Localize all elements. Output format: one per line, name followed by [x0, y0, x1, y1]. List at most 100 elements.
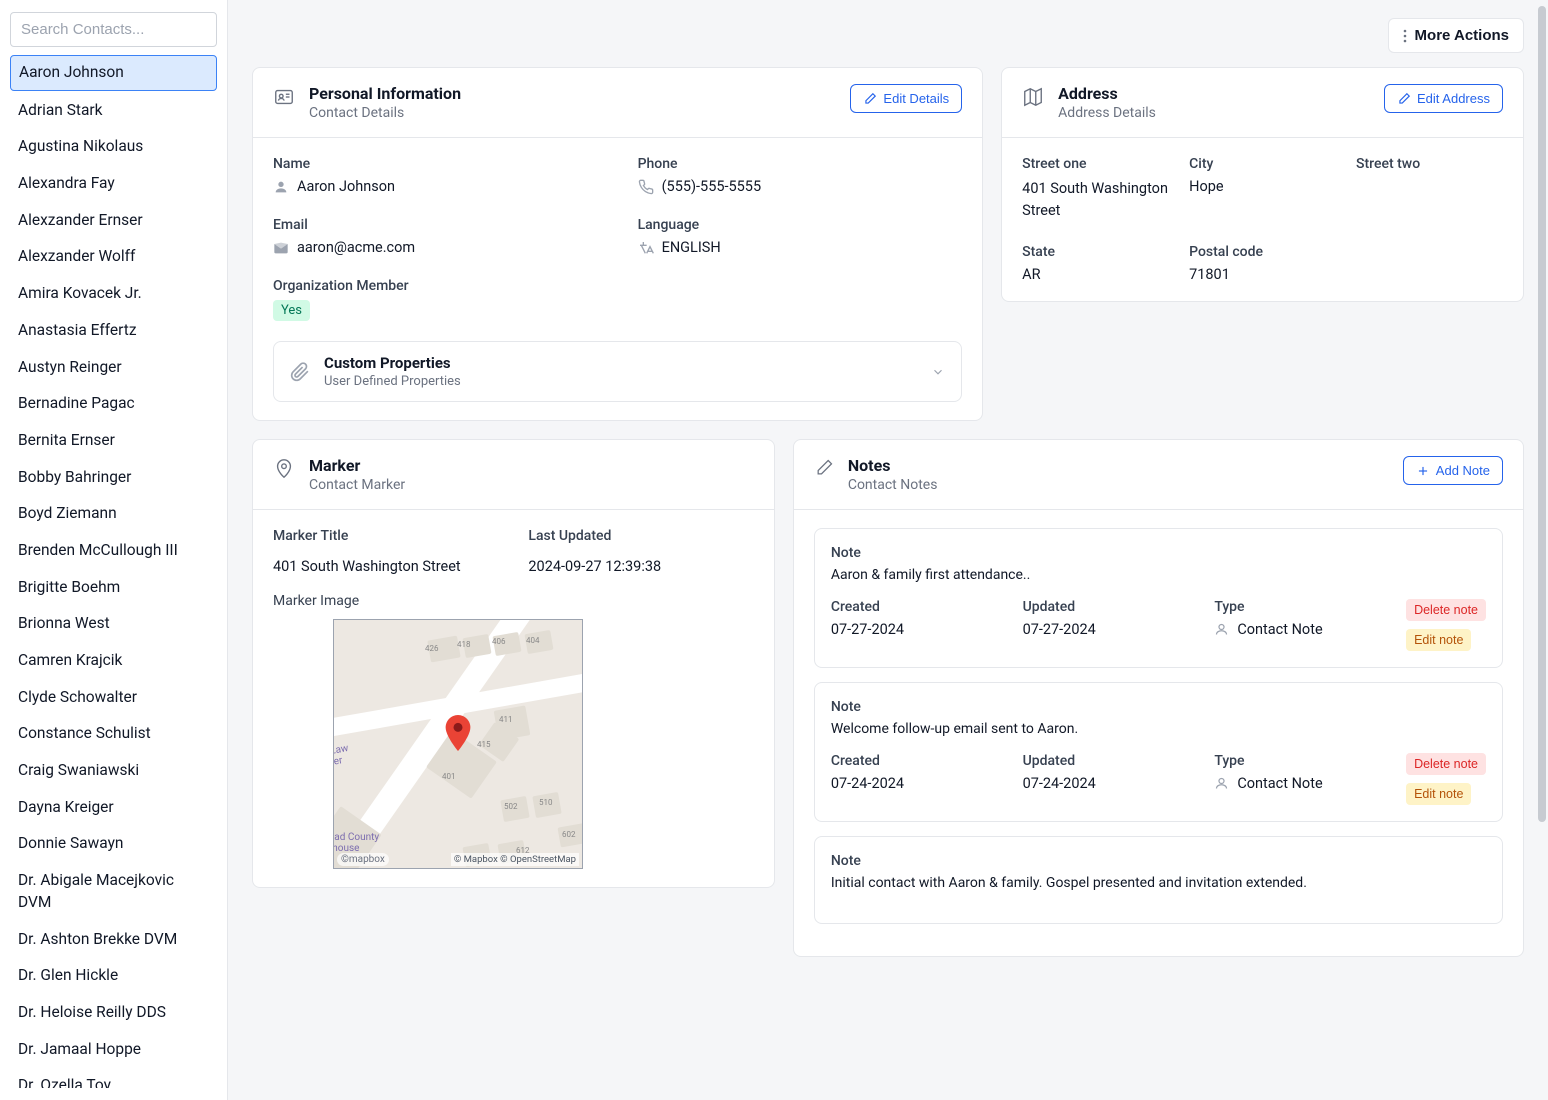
contact-item[interactable]: Dr. Ashton Brekke DVM: [10, 923, 217, 957]
contact-item[interactable]: Craig Swaniawski: [10, 754, 217, 788]
search-input[interactable]: [10, 12, 217, 47]
add-note-button[interactable]: Add Note: [1403, 456, 1503, 485]
contact-item[interactable]: Brigitte Boehm: [10, 571, 217, 605]
language-value: ENGLISH: [662, 239, 721, 256]
postal-label: Postal code: [1189, 244, 1336, 260]
orgmember-label: Organization Member: [273, 278, 598, 294]
name-label: Name: [273, 156, 598, 172]
note-updated-value: 07-27-2024: [1023, 621, 1205, 638]
note-created-value: 07-24-2024: [831, 775, 1013, 792]
note-header: Note: [831, 545, 1486, 561]
contact-item[interactable]: Bernadine Pagac: [10, 387, 217, 421]
contact-item[interactable]: Alexzander Ernser: [10, 204, 217, 238]
note-header: Note: [831, 853, 1486, 869]
street1-label: Street one: [1022, 156, 1169, 172]
phone-icon: [638, 179, 654, 195]
city-value: Hope: [1189, 178, 1336, 195]
contact-item[interactable]: Brionna West: [10, 607, 217, 641]
contact-item[interactable]: Dr. Glen Hickle: [10, 959, 217, 993]
contact-item[interactable]: Dr. Ozella Toy: [10, 1069, 217, 1088]
address-title: Address: [1058, 84, 1156, 103]
marker-title-label: Marker Title: [273, 528, 498, 544]
marker-updated-label: Last Updated: [528, 528, 753, 544]
language-icon: [638, 240, 654, 256]
pencil-icon: [1397, 92, 1411, 106]
contact-item[interactable]: Adrian Stark: [10, 94, 217, 128]
contact-item[interactable]: Dr. Jamaal Hoppe: [10, 1033, 217, 1067]
note-text: Welcome follow-up email sent to Aaron.: [831, 721, 1486, 737]
contact-item[interactable]: Dr. Abigale Macejkovic DVM: [10, 864, 217, 919]
contact-item[interactable]: Boyd Ziemann: [10, 497, 217, 531]
paperclip-icon: [290, 362, 310, 382]
contact-item[interactable]: Aaron Johnson: [10, 55, 217, 91]
more-actions-button[interactable]: More Actions: [1388, 18, 1524, 53]
edit-note-button[interactable]: Edit note: [1406, 629, 1471, 651]
chevron-down-icon: [931, 365, 945, 379]
edit-details-button[interactable]: Edit Details: [850, 84, 962, 113]
contact-item[interactable]: Alexzander Wolff: [10, 240, 217, 274]
name-value: Aaron Johnson: [297, 178, 395, 195]
map-attribution: © Mapbox © OpenStreetMap: [451, 853, 579, 866]
pencil-icon: [863, 92, 877, 106]
plus-icon: [1416, 464, 1430, 478]
main-content: More Actions Personal Information Contac…: [228, 0, 1548, 1100]
edit-note-button[interactable]: Edit note: [1406, 783, 1471, 805]
note-type-value: Contact Note: [1214, 621, 1396, 638]
contact-item[interactable]: Brenden McCullough III: [10, 534, 217, 568]
personal-info-subtitle: Contact Details: [309, 105, 461, 121]
note-created-label: Created: [831, 599, 1013, 615]
note-updated-label: Updated: [1023, 753, 1205, 769]
address-card: Address Address Details Edit Address: [1001, 67, 1524, 302]
note-item: NoteWelcome follow-up email sent to Aaro…: [814, 682, 1503, 822]
contact-item[interactable]: Amira Kovacek Jr.: [10, 277, 217, 311]
person-icon: [273, 179, 289, 195]
custom-props-title: Custom Properties: [324, 354, 461, 372]
marker-title: Marker: [309, 456, 405, 475]
contact-list[interactable]: Aaron JohnsonAdrian StarkAgustina Nikola…: [10, 55, 217, 1088]
personal-info-card: Personal Information Contact Details Edi…: [252, 67, 983, 421]
note-text: Initial contact with Aaron & family. Gos…: [831, 875, 1486, 891]
language-label: Language: [638, 217, 963, 233]
state-value: AR: [1022, 266, 1169, 283]
postal-value: 71801: [1189, 266, 1336, 283]
contact-item[interactable]: Agustina Nikolaus: [10, 130, 217, 164]
contact-item[interactable]: Camren Krajcik: [10, 644, 217, 678]
orgmember-badge: Yes: [273, 300, 310, 321]
city-label: City: [1189, 156, 1336, 172]
person-icon: [1214, 622, 1229, 637]
contacts-sidebar: Aaron JohnsonAdrian StarkAgustina Nikola…: [0, 0, 228, 1100]
scrollbar[interactable]: [1538, 6, 1546, 1094]
map-logo: ©mapbox: [337, 853, 389, 866]
contact-item[interactable]: Bobby Bahringer: [10, 461, 217, 495]
map-pin-icon: [444, 715, 472, 751]
address-subtitle: Address Details: [1058, 105, 1156, 121]
person-icon: [1214, 776, 1229, 791]
marker-card: Marker Contact Marker Marker Title Last …: [252, 439, 775, 888]
contact-item[interactable]: Clyde Schowalter: [10, 681, 217, 715]
note-type-label: Type: [1214, 753, 1396, 769]
contact-item[interactable]: Alexandra Fay: [10, 167, 217, 201]
contact-item[interactable]: Anastasia Effertz: [10, 314, 217, 348]
phone-label: Phone: [638, 156, 963, 172]
contact-item[interactable]: Dr. Heloise Reilly DDS: [10, 996, 217, 1030]
marker-map[interactable]: y Lawnter ead Countythouse 426 418 406 4…: [333, 619, 583, 869]
marker-image-label: Marker Image: [273, 593, 754, 609]
email-label: Email: [273, 217, 598, 233]
contact-item[interactable]: Austyn Reinger: [10, 351, 217, 385]
notes-subtitle: Contact Notes: [848, 477, 938, 493]
map-icon: [1022, 86, 1044, 108]
marker-subtitle: Contact Marker: [309, 477, 405, 493]
delete-note-button[interactable]: Delete note: [1406, 599, 1486, 621]
street2-label: Street two: [1356, 156, 1503, 172]
edit-address-button[interactable]: Edit Address: [1384, 84, 1503, 113]
delete-note-button[interactable]: Delete note: [1406, 753, 1486, 775]
notes-title: Notes: [848, 456, 938, 475]
note-updated-value: 07-24-2024: [1023, 775, 1205, 792]
note-created-label: Created: [831, 753, 1013, 769]
contact-item[interactable]: Donnie Sawayn: [10, 827, 217, 861]
contact-item[interactable]: Constance Schulist: [10, 717, 217, 751]
custom-properties-toggle[interactable]: Custom Properties User Defined Propertie…: [273, 341, 962, 402]
contact-item[interactable]: Dayna Kreiger: [10, 791, 217, 825]
marker-updated-value: 2024-09-27 12:39:38: [528, 558, 753, 575]
contact-item[interactable]: Bernita Ernser: [10, 424, 217, 458]
